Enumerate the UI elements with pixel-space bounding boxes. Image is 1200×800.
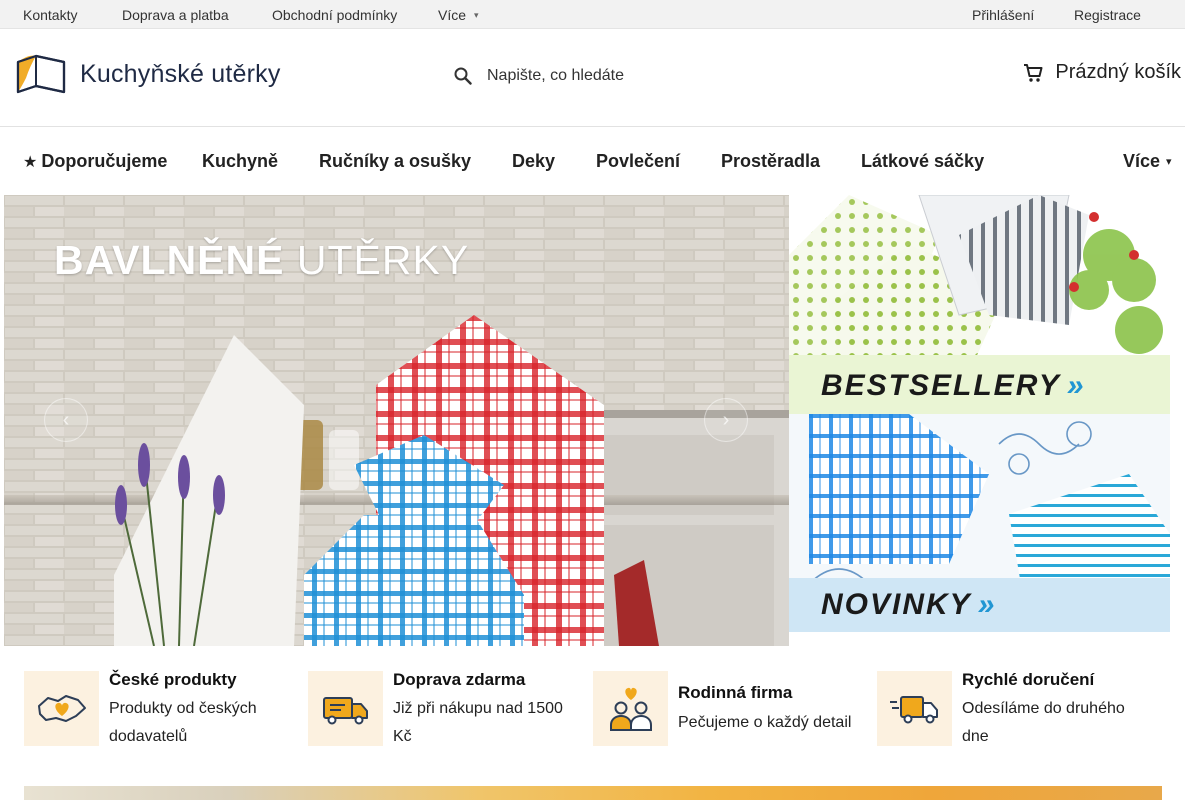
chevron-right-icon: › [722,408,730,431]
star-icon: ★ [23,154,38,171]
hero-title-bold: BAVLNĚNÉ [54,237,285,283]
nav-item-label: Doporučujeme [41,151,168,171]
cart-icon [1023,63,1043,83]
double-chevron-right-icon: » [977,588,995,621]
topbar-link-podminky[interactable]: Obchodní podmínky [272,7,397,23]
family-icon [593,671,668,746]
nav-item-label: Více [1123,151,1161,171]
benefit-rodinna-firma: Rodinná firma Pečujeme o každý detail [593,671,863,746]
double-chevron-right-icon: » [1066,369,1084,402]
nav-item-doporucujeme[interactable]: ★ Doporučujeme [23,151,167,172]
bottom-banner[interactable] [24,786,1162,800]
nav-item-more[interactable]: Více ▾ [1123,151,1172,172]
search-input[interactable] [487,67,827,85]
cart-label: Prázdný košík [1055,61,1181,83]
benefit-title: České produkty [109,670,237,689]
top-bar: Kontakty Doprava a platba Obchodní podmí… [0,0,1185,29]
site-header: Kuchyňské utěrky Prázdný košík [0,29,1185,127]
towel-logo-icon [16,54,66,94]
hero-title-light: UTĚRKY [296,237,470,283]
nav-item-povleceni[interactable]: Povlečení [596,151,680,172]
promo-novinky-label: NOVINKY» [821,588,995,622]
chevron-down-icon: ▾ [474,10,479,20]
promo-bestsellery-label: BESTSELLERY» [821,369,1084,403]
nav-item-deky[interactable]: Deky [512,151,555,172]
benefit-desc: Pečujeme o každý detail [678,714,852,731]
nav-item-kuchyne[interactable]: Kuchyně [202,151,278,172]
nav-item-rucniky[interactable]: Ručníky a osušky [319,151,471,172]
register-link[interactable]: Registrace [1074,7,1141,23]
main-nav: ★ Doporučujeme Kuchyně Ručníky a osušky D… [0,127,1185,195]
search-icon[interactable] [448,67,478,85]
benefit-desc: Již při nákupu nad 1500 Kč [393,700,563,745]
slider-prev-button[interactable]: ‹ [44,398,88,442]
benefit-title: Rychlé doručení [962,670,1095,689]
fast-truck-icon [877,671,952,746]
topbar-more-link[interactable]: Více ▾ [438,7,479,23]
benefits-row: České produkty Produkty od českých dodav… [0,660,1185,760]
hero-banner[interactable]: BAVLNĚNÉ UTĚRKY ‹ › [4,195,789,646]
site-logo[interactable]: Kuchyňské utěrky [14,51,314,97]
logo-text: Kuchyňské utěrky [80,59,281,88]
benefit-desc: Odesíláme do druhého dne [962,700,1125,745]
promo-bestsellery[interactable]: BESTSELLERY» [789,195,1170,414]
nav-item-latkove-sacky[interactable]: Látkové sáčky [861,151,984,172]
topbar-link-kontakty[interactable]: Kontakty [23,7,77,23]
slider-next-button[interactable]: › [704,398,748,442]
benefit-ceske-produkty: České produkty Produkty od českých dodav… [24,670,294,746]
topbar-link-doprava[interactable]: Doprava a platba [122,7,229,23]
benefit-desc: Produkty od českých dodavatelů [109,700,257,745]
benefit-doprava-zdarma: Doprava zdarma Již při nákupu nad 1500 K… [308,670,578,746]
benefit-title: Rodinná firma [678,683,793,702]
promo-novinky-text: NOVINKY [821,588,972,621]
hero-title: BAVLNĚNÉ UTĚRKY [54,237,469,284]
search-box[interactable] [448,59,848,93]
delivery-truck-icon [308,671,383,746]
nav-item-prosteradla[interactable]: Prostěradla [721,151,820,172]
chevron-left-icon: ‹ [62,408,70,431]
promo-bestsellery-text: BESTSELLERY [821,369,1061,402]
topbar-more-label: Více [438,7,467,23]
benefit-title: Doprava zdarma [393,670,526,689]
benefit-rychle-doruceni: Rychlé doručení Odesíláme do druhého dne [877,670,1167,746]
promo-novinky[interactable]: NOVINKY» [789,414,1170,632]
chevron-down-icon: ▾ [1166,156,1172,168]
cart-button[interactable]: Prázdný košík [1023,61,1181,84]
login-link[interactable]: Přihlášení [972,7,1034,23]
czech-heart-icon [24,671,99,746]
